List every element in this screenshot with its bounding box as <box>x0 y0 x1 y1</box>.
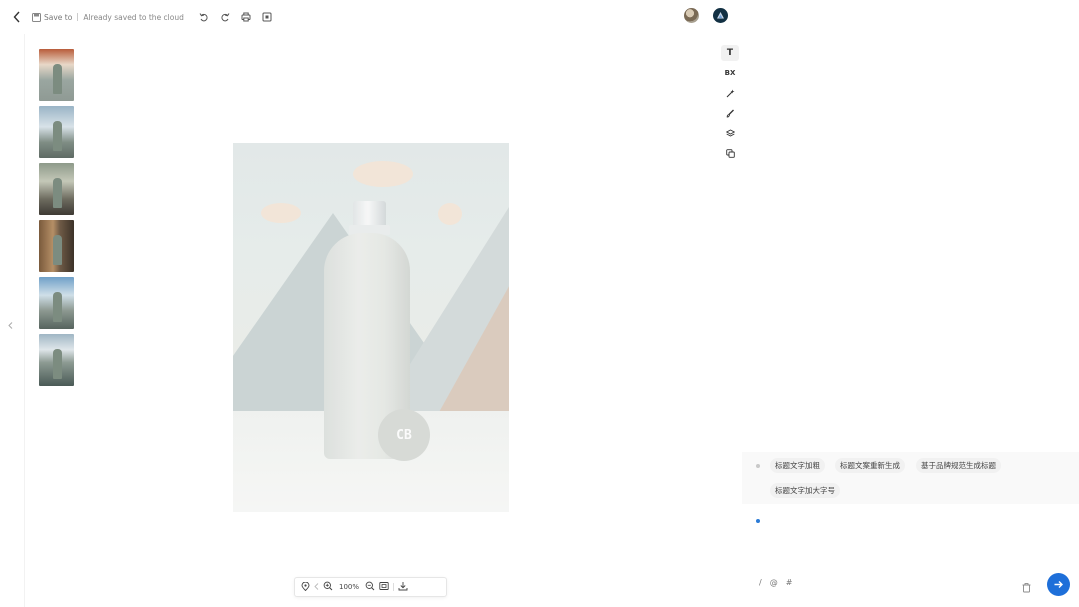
cloud-shape <box>353 161 413 187</box>
brush-icon <box>726 109 734 117</box>
bottle-image <box>53 292 62 322</box>
print-icon <box>241 12 251 22</box>
arrow-right-icon <box>1054 581 1063 588</box>
zoom-out-icon <box>365 581 375 591</box>
zoom-out-button[interactable] <box>365 581 375 593</box>
undo-icon <box>199 13 208 22</box>
hashtag-button[interactable]: # <box>786 578 793 587</box>
duplicate-button[interactable] <box>721 145 739 161</box>
thumbnail-list <box>39 49 74 386</box>
cloud-shape <box>261 203 301 223</box>
zoom-in-icon <box>323 581 333 591</box>
duplicate-icon <box>725 148 735 158</box>
left-rail <box>0 34 25 607</box>
bottle-image <box>53 349 62 379</box>
trash-icon <box>1022 583 1031 593</box>
text-icon: T <box>726 48 734 58</box>
divider <box>77 13 79 21</box>
download-icon <box>398 582 408 591</box>
undo-button[interactable] <box>194 7 214 27</box>
text-tool-button[interactable]: T <box>721 45 739 61</box>
send-button[interactable] <box>1047 573 1070 596</box>
bottle-image <box>53 178 62 208</box>
zoom-in-button[interactable] <box>323 581 333 593</box>
divider <box>393 583 394 591</box>
save-to-label: Save to <box>44 12 73 22</box>
chevron-left-icon <box>8 322 13 329</box>
suggestion-indicator <box>756 464 760 468</box>
bx-icon: BX <box>724 69 736 77</box>
slash-command-button[interactable]: / <box>759 578 762 587</box>
tool-column: T BX <box>721 45 741 161</box>
bottle-cap <box>353 201 386 227</box>
layers-button[interactable] <box>721 125 739 141</box>
bottle-image <box>53 235 62 265</box>
magic-wand-button[interactable] <box>721 85 739 101</box>
thumbnail[interactable] <box>39 220 74 272</box>
bx-tool-button[interactable]: BX <box>721 65 739 81</box>
bottle-image <box>53 64 62 94</box>
cloud-shape <box>438 203 462 225</box>
magic-wand-icon <box>726 89 734 97</box>
layers-icon <box>725 128 735 137</box>
brush-button[interactable] <box>721 105 739 121</box>
redo-icon <box>221 13 230 22</box>
avatar[interactable] <box>713 8 728 23</box>
thumbnail[interactable] <box>39 277 74 329</box>
top-toolbar: Save to Already saved to the cloud <box>0 0 742 34</box>
canvas-image[interactable]: CB <box>233 143 509 512</box>
save-to-button[interactable]: Save to <box>32 12 73 22</box>
suggestion-chip[interactable]: 基于品牌规范生成标题 <box>916 458 1001 473</box>
suggestion-chip[interactable]: 标题文案重新生成 <box>835 458 905 473</box>
composer-tools: / @ # <box>759 578 792 587</box>
fit-screen-button[interactable] <box>257 7 277 27</box>
save-icon <box>32 12 41 22</box>
mountain-shape <box>433 243 509 423</box>
collaborator-avatars <box>684 8 728 23</box>
input-caret-indicator <box>756 519 760 523</box>
chevron-left-icon <box>13 11 20 23</box>
suggestion-chip[interactable]: 标题文字加粗 <box>770 458 825 473</box>
expand-sidebar-button[interactable] <box>8 322 13 331</box>
brand-badge: CB <box>378 409 430 461</box>
fit-view-icon <box>379 582 389 590</box>
triangle-logo-icon <box>717 12 724 19</box>
print-button[interactable] <box>236 7 256 27</box>
zoom-level: 100% <box>338 583 359 591</box>
fit-view-button[interactable] <box>379 581 389 593</box>
app-window: Save to Already saved to the cloud CB T … <box>0 0 1079 607</box>
thumbnail[interactable] <box>39 49 74 101</box>
fit-screen-icon <box>262 12 272 22</box>
thumbnail[interactable] <box>39 106 74 158</box>
clear-button[interactable] <box>1021 578 1033 593</box>
thumbnail[interactable] <box>39 334 74 386</box>
zoom-toolbar: 100% <box>294 577 447 597</box>
save-group: Save to Already saved to the cloud <box>32 12 184 22</box>
save-status-text: Already saved to the cloud <box>83 12 184 22</box>
mention-button[interactable]: @ <box>770 578 778 587</box>
chat-panel: 标题文字加粗 标题文案重新生成 基于品牌规范生成标题 标题文字加大字号 / @ … <box>742 0 1079 607</box>
redo-button[interactable] <box>215 7 235 27</box>
suggestion-area: 标题文字加粗 标题文案重新生成 基于品牌规范生成标题 标题文字加大字号 <box>742 452 1079 504</box>
location-pin-icon <box>301 581 310 591</box>
download-button[interactable] <box>398 581 408 593</box>
location-pin-button[interactable] <box>301 581 310 593</box>
avatar[interactable] <box>684 8 699 23</box>
bottle-image <box>53 121 62 151</box>
suggestion-chip[interactable]: 标题文字加大字号 <box>770 483 840 498</box>
thumbnail[interactable] <box>39 163 74 215</box>
back-button[interactable] <box>10 7 24 27</box>
chevron-left-icon[interactable] <box>314 582 319 592</box>
